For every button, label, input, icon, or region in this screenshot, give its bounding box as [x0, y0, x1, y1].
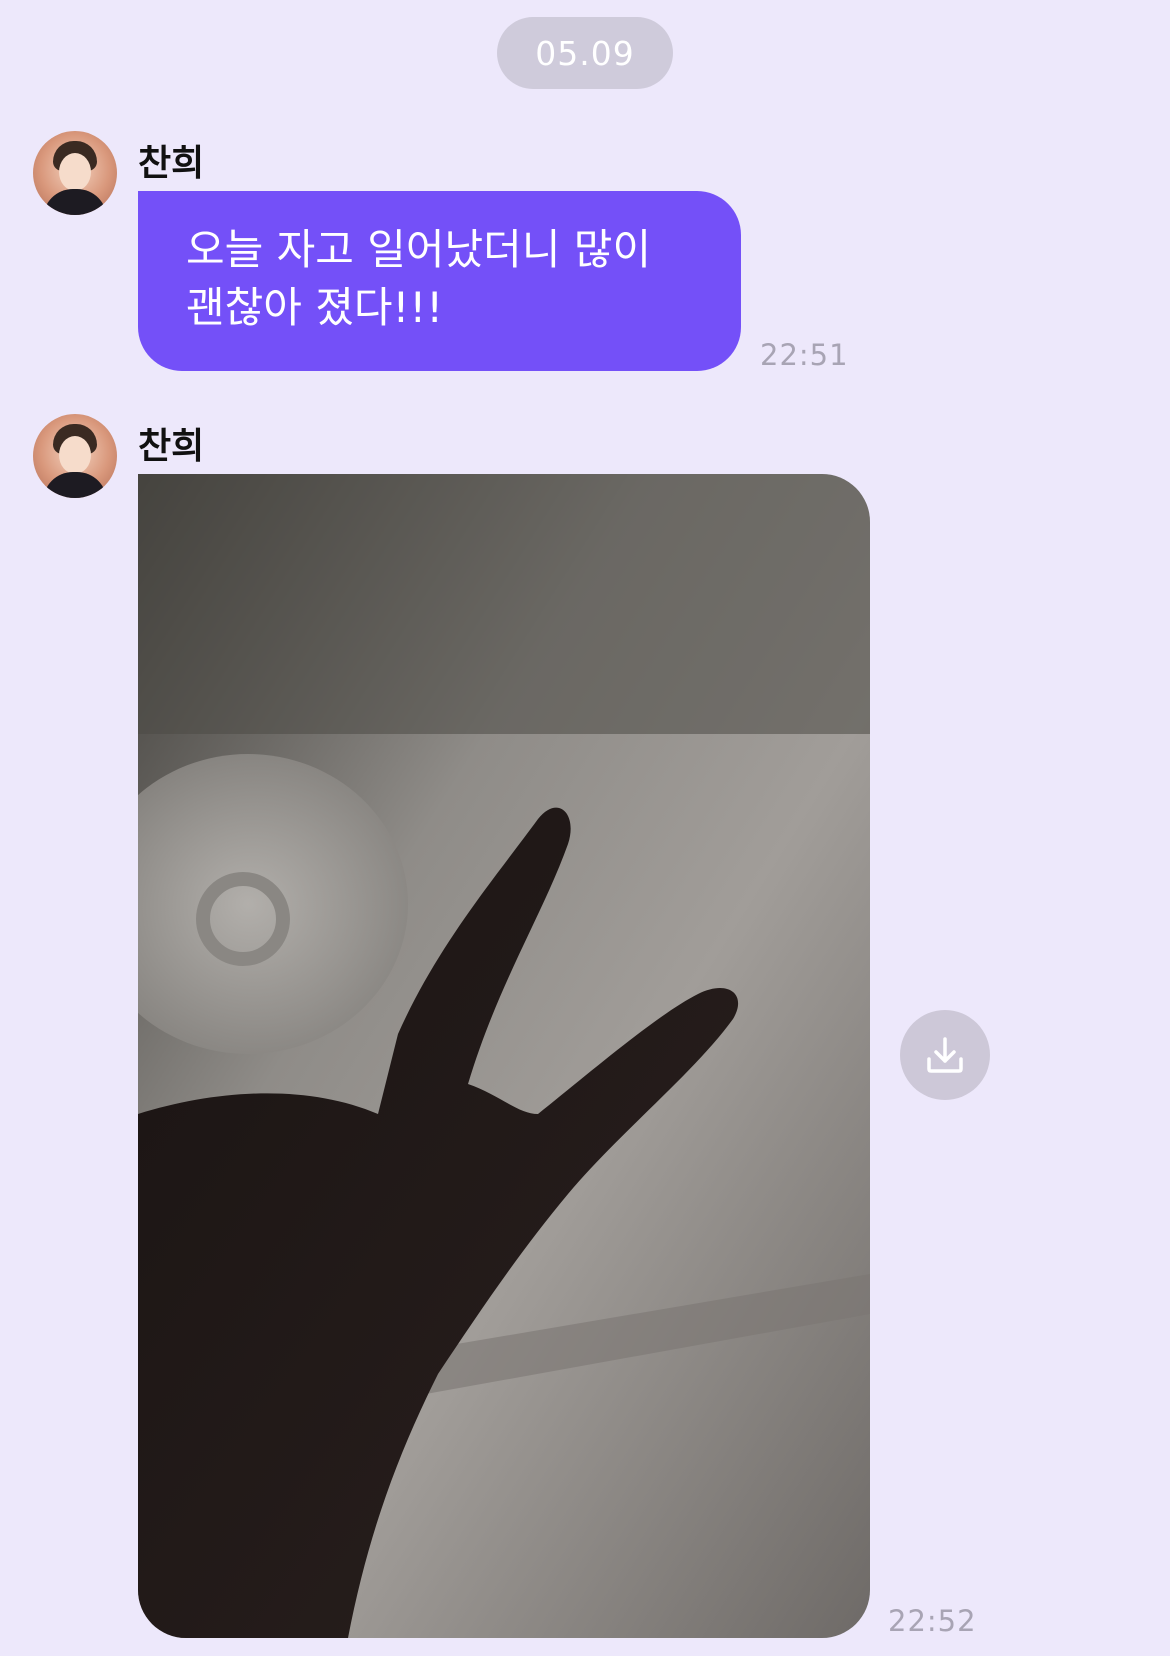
avatar[interactable] — [33, 414, 117, 498]
avatar[interactable] — [33, 131, 117, 215]
download-button[interactable] — [900, 1010, 990, 1100]
photo-message[interactable] — [138, 474, 870, 1638]
download-icon — [927, 1037, 963, 1073]
date-divider: 05.09 — [497, 17, 673, 89]
message-time: 22:52 — [888, 1604, 977, 1638]
hand-peace-sign-photo — [138, 474, 870, 1638]
message-text-line: 오늘 자고 일어났더니 많이 — [186, 225, 652, 274]
message-time: 22:51 — [760, 338, 849, 372]
message-text-line: 괜찮아 졌다!!! — [186, 283, 444, 332]
sender-name: 찬희 — [138, 143, 205, 184]
sender-name: 찬희 — [138, 426, 205, 467]
message-bubble[interactable]: 오늘 자고 일어났더니 많이 괜찮아 졌다!!! — [138, 191, 741, 371]
